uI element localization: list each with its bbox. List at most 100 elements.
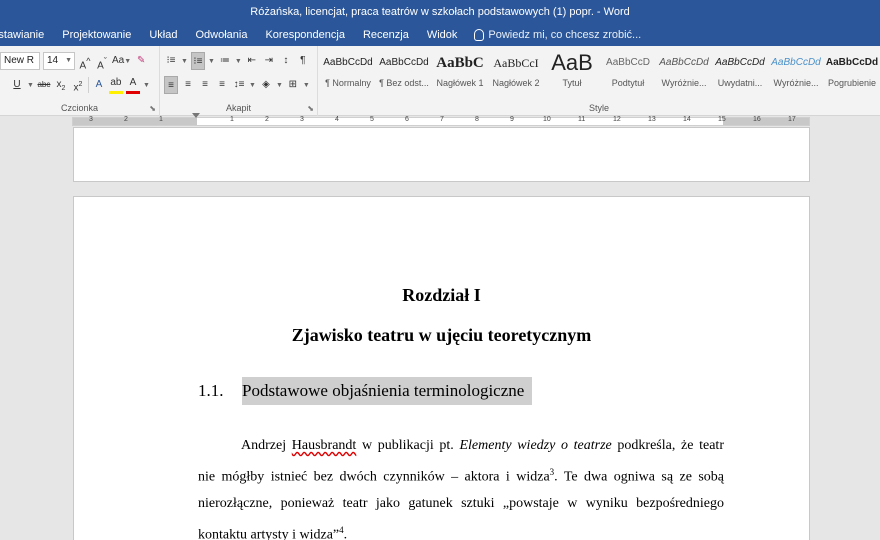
tab-recenzja[interactable]: Recenzja bbox=[354, 29, 418, 41]
paragraph-group-label: Akapit bbox=[225, 103, 251, 113]
dialog-launcher-icon[interactable]: ⬊ bbox=[149, 104, 156, 113]
align-right-icon[interactable]: ≡ bbox=[198, 76, 212, 94]
numbering-icon[interactable]: ⁝≡ bbox=[190, 52, 205, 70]
style-naglowek-2[interactable]: AaBbCcI Nagłówek 2 bbox=[488, 48, 544, 94]
style-name: ¶ Normalny bbox=[325, 78, 371, 88]
chevron-down-icon: ▼ bbox=[65, 57, 72, 64]
ruler-number: 11 bbox=[578, 116, 586, 123]
shrink-font-icon[interactable]: Aˇ bbox=[95, 52, 109, 71]
ruler-number: 5 bbox=[370, 116, 374, 123]
ruler-number: 3 bbox=[89, 116, 93, 123]
ribbon-tabs: Wstawianie Projektowanie Układ Odwołania… bbox=[0, 24, 880, 46]
text-effects-icon[interactable]: A bbox=[92, 76, 106, 94]
pilcrow-icon[interactable]: ¶ bbox=[296, 52, 310, 70]
sort-icon[interactable]: ↕ bbox=[279, 52, 293, 70]
superscript-icon[interactable]: x2 bbox=[71, 76, 85, 94]
style-name: Tytuł bbox=[562, 78, 582, 88]
style-name: Wyróżnie... bbox=[773, 78, 819, 88]
tell-me-box[interactable]: Powiedz mi, co chcesz zrobić... bbox=[466, 29, 641, 41]
highlight-icon[interactable]: ab bbox=[108, 76, 123, 94]
ruler-number: 16 bbox=[753, 116, 761, 123]
window-title: Różańska, licencjat, praca teatrów w szk… bbox=[250, 6, 630, 18]
text-run: w publikacji pt. bbox=[356, 438, 460, 453]
tab-wstawianie[interactable]: Wstawianie bbox=[0, 29, 53, 41]
style-name: Wyróżnie... bbox=[661, 78, 707, 88]
change-case-icon[interactable]: Aa▼ bbox=[112, 52, 131, 70]
style-tytul[interactable]: AaB Tytuł bbox=[544, 48, 600, 94]
style-wyroznienie-delikatne[interactable]: AaBbCcDd Wyróżnie... bbox=[656, 48, 712, 94]
style-preview: AaBbCcDd bbox=[379, 57, 429, 68]
decrease-indent-icon[interactable]: ⇤ bbox=[245, 52, 259, 70]
font-size-box[interactable]: 14 ▼ bbox=[43, 52, 75, 70]
bullets-icon[interactable]: ⁝≡ bbox=[164, 52, 178, 70]
ruler-number: 2 bbox=[265, 116, 269, 123]
dialog-launcher-icon[interactable]: ⬊ bbox=[307, 104, 314, 113]
paragraph-line: nierozłączne, ponieważ teatr jako gatune… bbox=[198, 495, 724, 511]
style-uwydatnienie[interactable]: AaBbCcDd Uwydatni... bbox=[712, 48, 768, 94]
text-run: kontaktu artysty i widza” bbox=[198, 527, 340, 540]
ruler-number: 8 bbox=[475, 116, 479, 123]
font-group-label: Czcionka bbox=[60, 103, 98, 113]
font-color-icon[interactable]: A bbox=[125, 76, 140, 94]
ruler-number: 2 bbox=[124, 116, 128, 123]
style-bez-odstepow[interactable]: AaBbCcDd ¶ Bez odst... bbox=[376, 48, 432, 94]
style-preview: AaBbCcDd bbox=[771, 57, 821, 68]
grow-font-icon[interactable]: A^ bbox=[78, 52, 92, 71]
style-podtytul[interactable]: AaBbCcD Podtytuł bbox=[600, 48, 656, 94]
ruler-number: 14 bbox=[683, 116, 691, 123]
underline-icon[interactable]: U bbox=[10, 76, 24, 94]
horizontal-ruler[interactable]: 3 2 1 1 2 3 4 5 6 7 8 9 10 11 12 13 14 1… bbox=[72, 116, 810, 126]
font-name-box[interactable]: New R bbox=[0, 52, 40, 70]
style-preview: AaB bbox=[551, 50, 593, 75]
style-preview: AaBbCcDd bbox=[323, 57, 373, 68]
style-wyroznienie-intensywne[interactable]: AaBbCcDd Wyróżnie... bbox=[768, 48, 824, 94]
ruler-number: 12 bbox=[613, 116, 621, 123]
tab-projektowanie[interactable]: Projektowanie bbox=[53, 29, 140, 41]
styles-gallery: AaBbCcDd ¶ Normalny AaBbCcDd ¶ Bez odst.… bbox=[320, 48, 880, 94]
style-name: Pogrubienie bbox=[827, 78, 877, 88]
tab-korespondencja[interactable]: Korespondencja bbox=[256, 29, 354, 41]
ribbon: New R 14 ▼ A^ Aˇ Aa▼ ✎ U ▼ abc x2 x2 A ab … bbox=[0, 46, 880, 116]
increase-indent-icon[interactable]: ⇥ bbox=[262, 52, 276, 70]
tab-widok[interactable]: Widok bbox=[418, 29, 467, 41]
text-run: . bbox=[343, 527, 348, 540]
styles-group-label: Style bbox=[588, 103, 609, 113]
shading-icon[interactable]: ◈ bbox=[259, 76, 273, 94]
align-center-icon[interactable]: ≡ bbox=[181, 76, 195, 94]
tab-uklad[interactable]: Układ bbox=[140, 29, 186, 41]
document-page[interactable]: Rozdział I Zjawisko teatru w ujęciu teor… bbox=[73, 196, 810, 540]
tell-me-text: Powiedz mi, co chcesz zrobić... bbox=[488, 29, 642, 41]
lightbulb-icon bbox=[474, 29, 485, 41]
chapter-heading: Rozdział I bbox=[402, 285, 481, 305]
multilevel-list-icon[interactable]: ≔ bbox=[218, 52, 232, 70]
first-line-indent-marker[interactable] bbox=[192, 113, 200, 118]
ruler-number: 15 bbox=[718, 116, 726, 123]
ruler-number: 7 bbox=[440, 116, 444, 123]
ruler-number: 1 bbox=[159, 116, 163, 123]
text-run: Andrzej bbox=[241, 438, 292, 453]
ruler-number: 9 bbox=[510, 116, 514, 123]
style-normalny[interactable]: AaBbCcDd ¶ Normalny bbox=[320, 48, 376, 94]
title-bar: Różańska, licencjat, praca teatrów w szk… bbox=[0, 0, 880, 24]
paragraph-line: nie mógłby istnieć bez dwóch czynników –… bbox=[198, 459, 724, 491]
font-size-value: 14 bbox=[47, 55, 59, 66]
ruler-number: 4 bbox=[335, 116, 339, 123]
paragraph-line: kontaktu artysty i widza”4. bbox=[198, 517, 724, 540]
line-spacing-icon[interactable]: ↕≡ bbox=[232, 76, 246, 94]
style-naglowek-1[interactable]: AaBbC Nagłówek 1 bbox=[432, 48, 488, 94]
style-name: ¶ Bez odst... bbox=[379, 78, 429, 88]
spellcheck-flagged-word: Hausbrandt bbox=[291, 438, 357, 453]
style-preview: AaBbCcD bbox=[606, 57, 650, 68]
strikethrough-icon[interactable]: abc bbox=[37, 76, 51, 94]
justify-icon[interactable]: ≡ bbox=[215, 76, 229, 94]
tab-odwolania[interactable]: Odwołania bbox=[186, 29, 256, 41]
style-preview: AaBbC bbox=[436, 55, 484, 71]
style-name: Nagłówek 2 bbox=[492, 78, 540, 88]
subscript-icon[interactable]: x2 bbox=[54, 76, 68, 94]
borders-icon[interactable]: ⊞ bbox=[286, 76, 300, 94]
ruler-number: 17 bbox=[788, 116, 796, 123]
style-name: Podtytuł bbox=[611, 78, 645, 88]
clear-formatting-icon[interactable]: ✎ bbox=[134, 52, 148, 70]
style-pogrubienie[interactable]: AaBbCcDd Pogrubienie bbox=[824, 48, 880, 94]
align-left-icon[interactable]: ≡ bbox=[164, 76, 178, 94]
